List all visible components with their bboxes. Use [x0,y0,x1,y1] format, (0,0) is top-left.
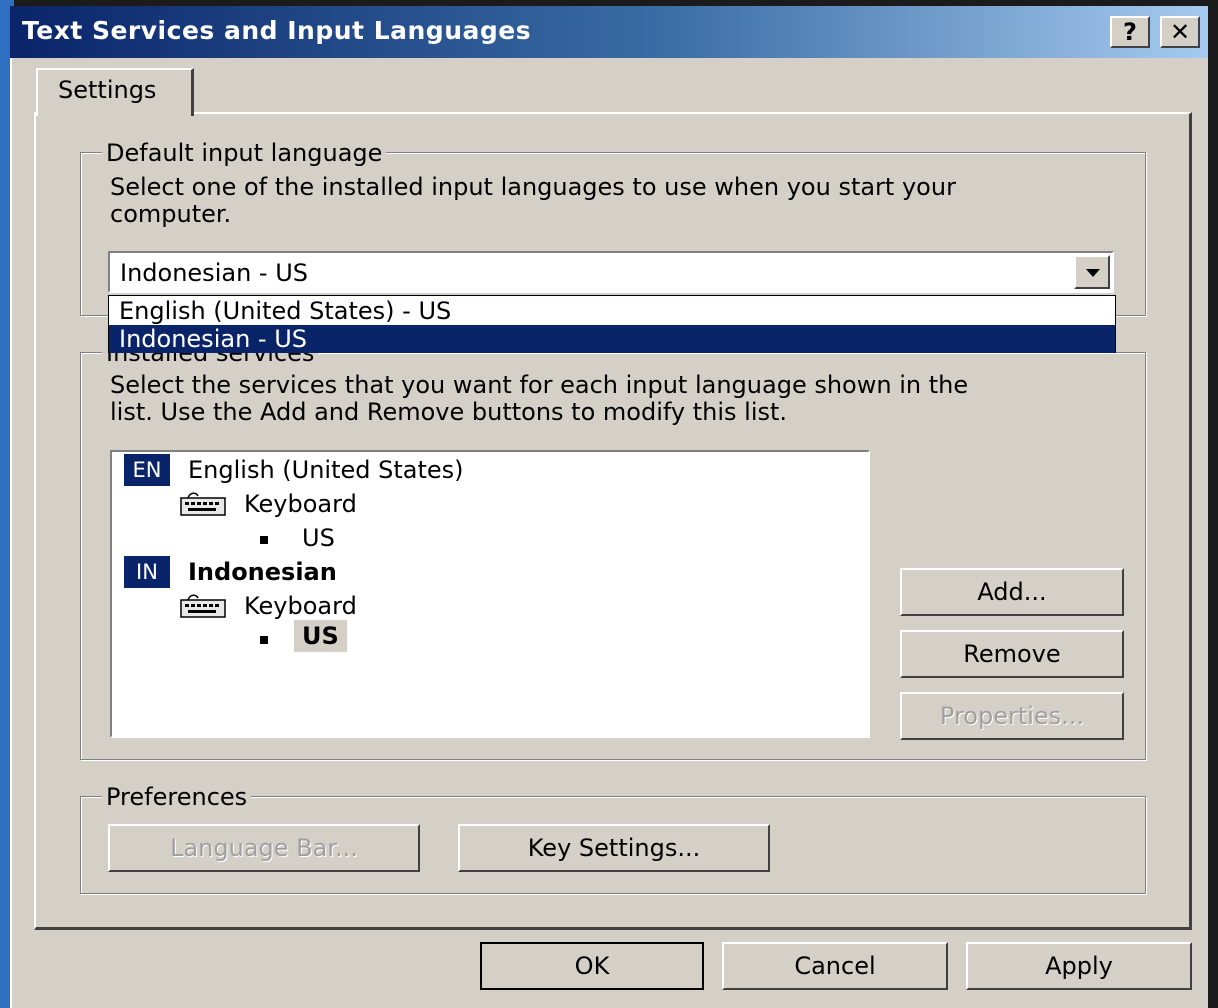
chevron-down-icon[interactable] [1074,255,1110,289]
tree-item-english[interactable]: English (United States) [188,456,464,484]
language-bar-button[interactable]: Language Bar... [108,824,420,872]
key-settings-button[interactable]: Key Settings... [458,824,770,872]
title-bar[interactable]: Text Services and Input Languages ? ✕ [10,6,1208,58]
dropdown-option-indonesian[interactable]: Indonesian - US [109,325,1115,353]
properties-button[interactable]: Properties... [900,692,1124,740]
ok-button[interactable]: OK [480,942,704,990]
tree-item-keyboard-in[interactable]: Keyboard [244,592,357,620]
default-input-description-1: Select one of the installed input langua… [110,173,956,201]
bullet-icon [260,636,268,644]
cancel-button[interactable]: Cancel [722,942,948,990]
keyboard-icon [180,492,226,516]
dropdown-option-english[interactable]: English (United States) - US [109,297,1115,325]
installed-services-description-1: Select the services that you want for ea… [110,371,969,399]
default-language-dropdown[interactable]: English (United States) - US Indonesian … [108,295,1116,353]
remove-button[interactable]: Remove [900,630,1124,678]
apply-button[interactable]: Apply [966,942,1192,990]
installed-services-description-2: list. Use the Add and Remove buttons to … [110,398,788,426]
language-badge-en: EN [124,454,170,486]
tab-settings-label: Settings [58,76,157,104]
add-button[interactable]: Add... [900,568,1124,616]
preferences-legend: Preferences [102,783,252,811]
close-button[interactable]: ✕ [1160,16,1200,48]
installed-services-tree[interactable]: EN English (United States) Keyboard US I… [110,450,870,738]
window-title: Text Services and Input Languages [22,16,532,45]
tab-settings[interactable]: Settings [36,68,194,116]
default-language-value: Indonesian - US [120,259,308,287]
default-input-legend: Default input language [102,139,387,167]
tree-item-us-en[interactable]: US [302,524,335,552]
keyboard-icon [180,594,226,618]
bullet-icon [260,536,268,544]
tree-item-keyboard-en[interactable]: Keyboard [244,490,357,518]
tree-item-indonesian[interactable]: Indonesian [188,558,337,586]
default-language-select[interactable]: Indonesian - US [108,251,1114,293]
tree-item-us-in-selected[interactable]: US [294,620,347,652]
default-input-description-2: computer. [110,200,232,228]
language-badge-in: IN [124,556,170,588]
help-button[interactable]: ? [1110,16,1150,48]
